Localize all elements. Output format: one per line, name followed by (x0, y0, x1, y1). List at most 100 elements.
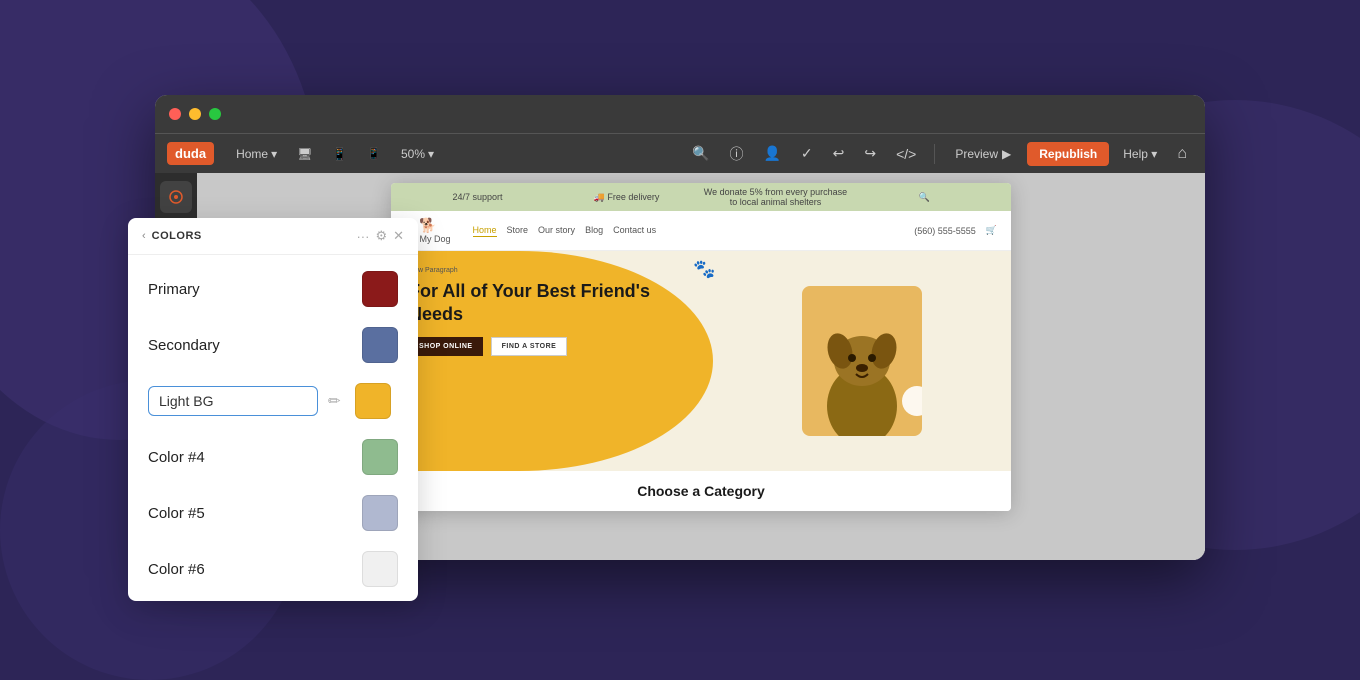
cfp-settings-btn[interactable]: ⚙ (375, 228, 387, 244)
nav-link-contact[interactable]: Contact us (613, 225, 656, 237)
hero-image-area: 🐾 (713, 251, 1011, 471)
search-icon: 🔍 (692, 145, 709, 162)
category-title: Choose a Category (403, 483, 999, 499)
color-swatch-secondary[interactable] (362, 327, 398, 363)
toolbar-user-btn[interactable]: 👤 (757, 142, 786, 165)
hero-content: New Paragraph For All of Your Best Frien… (391, 251, 713, 471)
browser-dot-red (169, 108, 181, 120)
dog-illustration (812, 306, 912, 436)
website-preview: 24/7 support 🚚 Free delivery We donate 5… (391, 183, 1011, 511)
color-row-6: Color #6 (128, 541, 418, 597)
color-row-lightbg: ✏ (128, 373, 418, 429)
cfp-more-btn[interactable]: ··· (356, 229, 369, 244)
help-button[interactable]: Help ▾ (1117, 144, 1163, 164)
cfp-close-btn[interactable]: ✕ (393, 228, 404, 244)
toolbar-redo-btn[interactable]: ↪ (858, 142, 882, 165)
cfp-header: ‹ COLORS ··· ⚙ ✕ (128, 218, 418, 255)
toolbar-home-label: Home (236, 147, 268, 161)
home-icon-btn[interactable]: ⌂ (1171, 142, 1193, 166)
cfp-title: COLORS (152, 230, 351, 242)
nav-link-store[interactable]: Store (507, 225, 529, 237)
browser-dot-yellow (189, 108, 201, 120)
toolbar-zoom-arrow: ▾ (428, 147, 434, 161)
user-icon: 👤 (763, 145, 780, 162)
tablet-icon: 📱 (332, 147, 347, 161)
color-label-secondary: Secondary (148, 337, 348, 354)
help-label: Help (1123, 147, 1148, 161)
code-icon: </> (896, 146, 916, 162)
toolbar-info-btn[interactable]: ⓘ (723, 141, 749, 167)
preview-label: Preview (955, 147, 998, 161)
help-arrow: ▾ (1151, 147, 1157, 161)
ann-donate: We donate 5% from every purchase to loca… (701, 187, 850, 207)
nav-link-story[interactable]: Our story (538, 225, 575, 237)
mobile-icon: 📱 (367, 147, 381, 160)
editor-toolbar: duda Home ▾ 🖥 📱 📱 50% ▾ 🔍 ⓘ 👤 ✓ (155, 133, 1205, 173)
preview-button[interactable]: Preview ▶ (947, 144, 1019, 164)
nav-links: Home Store Our story Blog Contact us (473, 225, 903, 237)
colors-floating-panel: ‹ COLORS ··· ⚙ ✕ Primary Secondary ✏ Col… (128, 218, 418, 601)
check-icon: ✓ (801, 145, 813, 162)
hero-store-btn[interactable]: FIND A STORE (491, 337, 568, 356)
nav-bar: 🐕 Oh My Dog Home Store Our story Blog Co… (391, 211, 1011, 251)
toolbar-search-btn[interactable]: 🔍 (686, 142, 715, 165)
ann-support: 24/7 support (403, 192, 552, 202)
sidebar-theme-icon[interactable] (160, 181, 192, 213)
republish-button[interactable]: Republish (1027, 142, 1109, 166)
cfp-actions: ··· ⚙ ✕ (356, 228, 404, 244)
duda-logo: duda (167, 142, 214, 165)
color-swatch-6[interactable] (362, 551, 398, 587)
nav-cart-icon[interactable]: 🛒 (986, 225, 997, 236)
color-row-primary: Primary (128, 261, 418, 317)
info-icon: ⓘ (729, 144, 743, 164)
color-label-4: Color #4 (148, 449, 348, 466)
toolbar-home-arrow: ▾ (271, 147, 277, 161)
nav-link-home[interactable]: Home (473, 225, 497, 237)
hero-shop-btn[interactable]: SHOP ONLINE (409, 337, 483, 356)
color-row-4: Color #4 (128, 429, 418, 485)
announcement-bar: 24/7 support 🚚 Free delivery We donate 5… (391, 183, 1011, 211)
nav-phone: (560) 555-5555 (914, 226, 976, 236)
toolbar-undo-btn[interactable]: ↩ (827, 142, 851, 165)
browser-chrome (155, 95, 1205, 133)
hero-tag: New Paragraph (409, 267, 695, 274)
hero-title: For All of Your Best Friend's Needs (409, 280, 695, 325)
preview-play-icon: ▶ (1002, 147, 1011, 161)
pencil-icon[interactable]: ✏ (328, 392, 341, 410)
nav-right: (560) 555-5555 🛒 (914, 225, 997, 236)
color-row-5: Color #5 (128, 485, 418, 541)
cfp-rows: Primary Secondary ✏ Color #4 Color #5 Co… (128, 255, 418, 601)
undo-icon: ↩ (833, 145, 845, 162)
dog-image-container (802, 286, 922, 436)
toolbar-sep (934, 144, 935, 164)
color-label-5: Color #5 (148, 505, 348, 522)
desktop-icon: 🖥 (297, 147, 312, 161)
hero-section: New Paragraph For All of Your Best Frien… (391, 251, 1011, 471)
color-label-primary: Primary (148, 281, 348, 298)
color-name-input[interactable] (148, 386, 318, 416)
ann-search: 🔍 (850, 192, 999, 203)
color-swatch-5[interactable] (362, 495, 398, 531)
toolbar-home[interactable]: Home ▾ (230, 144, 283, 164)
color-swatch-4[interactable] (362, 439, 398, 475)
toolbar-zoom-label: 50% (401, 147, 425, 161)
toolbar-device-desktop[interactable]: 🖥 (291, 144, 318, 164)
toolbar-device-tablet[interactable]: 📱 (326, 144, 353, 164)
ann-delivery: 🚚 Free delivery (552, 192, 701, 203)
hero-buttons: SHOP ONLINE FIND A STORE (409, 337, 695, 356)
nav-link-blog[interactable]: Blog (585, 225, 603, 237)
back-arrow-icon: ‹ (142, 230, 146, 242)
paw-icon: 🐾 (693, 259, 715, 280)
toolbar-device-mobile[interactable]: 📱 (361, 144, 387, 163)
color-row-secondary: Secondary (128, 317, 418, 373)
cfp-back-btn[interactable]: ‹ (142, 230, 146, 242)
color-label-6: Color #6 (148, 561, 348, 578)
toolbar-zoom[interactable]: 50% ▾ (395, 144, 440, 164)
toolbar-check-btn[interactable]: ✓ (795, 142, 819, 165)
toolbar-code-btn[interactable]: </> (890, 143, 922, 165)
color-swatch-lightbg[interactable] (355, 383, 391, 419)
home-icon: ⌂ (1177, 145, 1187, 162)
theme-icon (168, 189, 184, 205)
category-section: Choose a Category (391, 471, 1011, 511)
color-swatch-primary[interactable] (362, 271, 398, 307)
